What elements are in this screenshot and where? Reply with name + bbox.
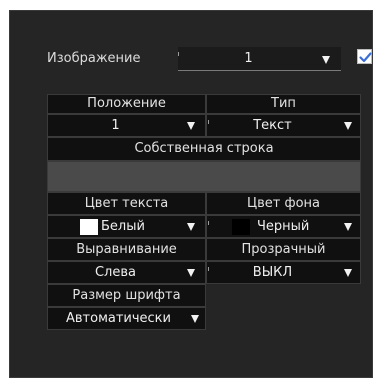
transparent-header: Прозрачный [206,238,361,261]
checkmark-icon [359,52,372,63]
chevron-down-icon [187,122,195,130]
properties-grid: Положение Тип 1 Текст Собственная строка… [47,94,361,360]
position-select-value: 1 [111,118,120,133]
chevron-down-icon [187,269,195,277]
own-string-header: Собственная строка [47,137,361,161]
position-select[interactable]: 1 [47,114,206,137]
chevron-down-icon [344,223,352,231]
chevron-down-icon [344,122,352,130]
image-select[interactable]: 1 [178,47,341,71]
align-header: Выравнивание [47,238,206,261]
image-select-value: 1 [244,51,253,66]
bg-color-select[interactable]: Черный [206,215,361,238]
font-size-header: Размер шрифта [47,284,206,307]
text-color-select[interactable]: Белый [47,215,206,238]
align-select[interactable]: Слева [47,261,206,284]
bg-color-value: Черный [257,219,310,234]
transparent-select[interactable]: ВЫКЛ [206,261,361,284]
chevron-down-icon [344,269,352,277]
transparent-select-value: ВЫКЛ [252,265,293,280]
chevron-down-icon [187,223,195,231]
own-string-input[interactable] [47,161,361,192]
font-size-select[interactable]: Автоматически [47,307,206,330]
position-header: Положение [47,94,206,114]
image-enabled-checkbox[interactable] [357,49,372,64]
white-swatch-icon [80,219,98,235]
settings-panel: Изображение 1 Положение Тип 1 Текст Собс… [9,10,373,378]
font-size-select-value: Автоматически [65,311,171,326]
chevron-down-icon [191,315,199,323]
text-color-value: Белый [101,219,145,234]
type-select-value: Текст [253,118,292,133]
type-header: Тип [206,94,361,114]
image-label: Изображение [47,51,141,66]
select-edge-mark [208,221,209,225]
text-color-header: Цвет текста [47,192,206,215]
type-select[interactable]: Текст [206,114,361,137]
chevron-down-icon [322,56,330,64]
black-swatch-icon [232,219,250,235]
align-select-value: Слева [94,265,136,280]
bg-color-header: Цвет фона [206,192,361,215]
